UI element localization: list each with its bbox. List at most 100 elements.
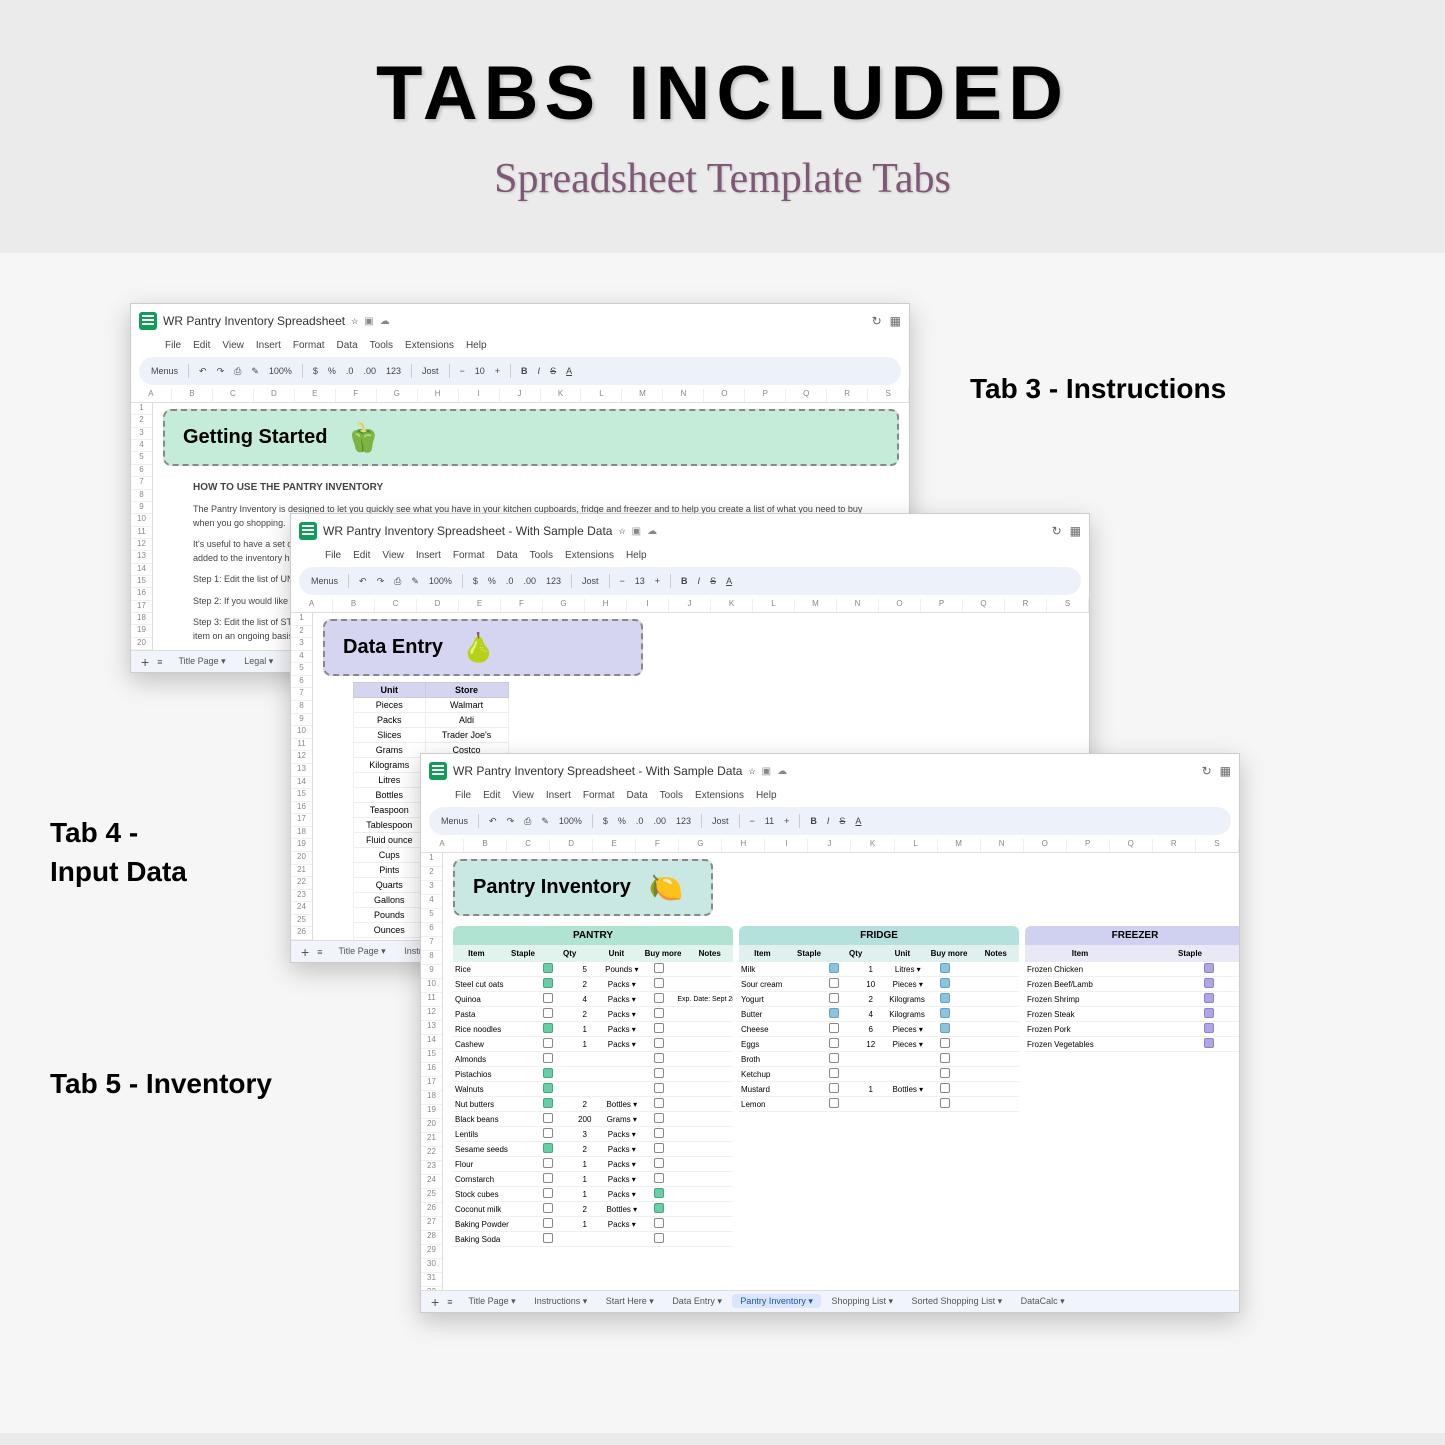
grid-icon[interactable]: ▦ — [1220, 764, 1231, 778]
menu-item[interactable]: File — [325, 550, 341, 561]
menu-item[interactable]: Data — [497, 550, 518, 561]
sheet-tab[interactable]: Data Entry ▾ — [664, 1294, 730, 1308]
menu-item[interactable]: Format — [583, 790, 615, 801]
add-sheet-icon[interactable]: + — [141, 654, 149, 670]
folder-icon[interactable]: ▣ — [632, 526, 641, 537]
doc-name[interactable]: WR Pantry Inventory Spreadsheet — [163, 314, 345, 328]
toolbar[interactable]: Menus ↶↷⎙✎ 100% $%.0.00123 Jost −11+ BIS… — [429, 807, 1231, 835]
menu-bar[interactable]: FileEditViewInsertFormatDataToolsExtensi… — [291, 548, 1089, 565]
toolbar[interactable]: Menus ↶↷⎙✎ 100% $%.0.00123 Jost −13+ BIS… — [299, 567, 1081, 595]
menu-item[interactable]: Format — [453, 550, 485, 561]
add-sheet-icon[interactable]: + — [301, 944, 309, 960]
table-row[interactable]: Yogurt2Kilograms ▾ — [739, 992, 1019, 1007]
folder-icon[interactable]: ▣ — [364, 316, 373, 327]
table-row[interactable]: Coconut milk2Bottles ▾ — [453, 1202, 733, 1217]
folder-icon[interactable]: ▣ — [762, 766, 771, 777]
menu-item[interactable]: Edit — [353, 550, 370, 561]
table-row[interactable]: Frozen Chicken — [1025, 962, 1239, 977]
cloud-icon[interactable]: ☁ — [647, 526, 657, 537]
menu-item[interactable]: Extensions — [695, 790, 744, 801]
table-row[interactable]: Cornstarch1Packs ▾ — [453, 1172, 733, 1187]
table-row[interactable]: Lemon — [739, 1097, 1019, 1112]
history-icon[interactable]: ↻ — [872, 314, 882, 328]
sheet-tab[interactable]: Title Page ▾ — [330, 944, 393, 958]
table-row[interactable]: Milk1Litres ▾ — [739, 962, 1019, 977]
menu-item[interactable]: Edit — [193, 340, 210, 351]
table-row[interactable]: Frozen Vegetables — [1025, 1037, 1239, 1052]
freezer-list[interactable]: Frozen ChickenFrozen Beef/LambFrozen Shr… — [1025, 962, 1239, 1247]
menu-item[interactable]: View — [222, 340, 244, 351]
table-row[interactable]: Rice noodles1Packs ▾ — [453, 1022, 733, 1037]
cloud-icon[interactable]: ☁ — [380, 316, 390, 327]
doc-name[interactable]: WR Pantry Inventory Spreadsheet - With S… — [453, 764, 742, 778]
table-row[interactable]: Stock cubes1Packs ▾ — [453, 1187, 733, 1202]
table-row[interactable]: Sesame seeds2Packs ▾ — [453, 1142, 733, 1157]
doc-name[interactable]: WR Pantry Inventory Spreadsheet - With S… — [323, 524, 612, 538]
table-row[interactable]: Black beans200Grams ▾ — [453, 1112, 733, 1127]
menu-item[interactable]: Edit — [483, 790, 500, 801]
table-row[interactable]: Steel cut oats2Packs ▾ — [453, 977, 733, 992]
grid-icon[interactable]: ▦ — [890, 314, 901, 328]
table-row[interactable]: Mustard1Bottles ▾ — [739, 1082, 1019, 1097]
table-row[interactable]: Butter4Kilograms ▾ — [739, 1007, 1019, 1022]
all-sheets-icon[interactable]: ≡ — [447, 1297, 452, 1307]
menu-item[interactable]: Data — [337, 340, 358, 351]
menu-bar[interactable]: FileEditViewInsertFormatDataToolsExtensi… — [131, 338, 909, 355]
menu-item[interactable]: Data — [627, 790, 648, 801]
menu-item[interactable]: View — [382, 550, 404, 561]
menu-bar[interactable]: FileEditViewInsertFormatDataToolsExtensi… — [421, 788, 1239, 805]
table-row[interactable]: Pistachios — [453, 1067, 733, 1082]
sheet-tab[interactable]: DataCalc ▾ — [1013, 1294, 1073, 1308]
table-row[interactable]: Broth — [739, 1052, 1019, 1067]
row-header[interactable]: 1234567891011121314151617181920212223242… — [291, 613, 313, 963]
toolbar-menus[interactable]: Menus — [151, 366, 178, 376]
menu-item[interactable]: File — [455, 790, 471, 801]
table-row[interactable]: Sour cream10Pieces ▾ — [739, 977, 1019, 992]
menu-item[interactable]: Help — [626, 550, 647, 561]
column-header[interactable]: ABCDEFGHIJKLMNOPQRS — [291, 599, 1089, 613]
table-row[interactable]: Frozen Steak — [1025, 1007, 1239, 1022]
zoom[interactable]: 100% — [269, 366, 292, 376]
star-icon[interactable]: ☆ — [618, 527, 625, 536]
inventory-grid[interactable]: PANTRY FRIDGE FREEZER ItemStapleQtyUnitB… — [443, 922, 1239, 1251]
sheet-tab[interactable]: Instructions ▾ — [526, 1294, 595, 1308]
table-row[interactable]: Frozen Beef/Lamb — [1025, 977, 1239, 992]
menu-item[interactable]: Tools — [530, 550, 553, 561]
table-row[interactable]: Flour1Packs ▾ — [453, 1157, 733, 1172]
table-row[interactable]: Nut butters2Bottles ▾ — [453, 1097, 733, 1112]
row-header[interactable]: 1234567891011121314151617181920212223242… — [421, 853, 443, 1313]
table-row[interactable]: Eggs12Pieces ▾ — [739, 1037, 1019, 1052]
all-sheets-icon[interactable]: ≡ — [157, 657, 162, 667]
menu-item[interactable]: Format — [293, 340, 325, 351]
sheet-tab[interactable]: Pantry Inventory ▾ — [732, 1294, 821, 1308]
table-row[interactable]: Frozen Pork — [1025, 1022, 1239, 1037]
history-icon[interactable]: ↻ — [1202, 764, 1212, 778]
menu-item[interactable]: Insert — [256, 340, 281, 351]
history-icon[interactable]: ↻ — [1052, 524, 1062, 538]
undo-icon[interactable]: ↶ — [199, 366, 207, 377]
table-row[interactable]: Baking Soda — [453, 1232, 733, 1247]
menu-item[interactable]: Help — [466, 340, 487, 351]
table-row[interactable]: Pasta2Packs ▾ — [453, 1007, 733, 1022]
toolbar[interactable]: Menus ↶↷ ⎙✎ 100% $%.0.00123 Jost −10+ BI… — [139, 357, 901, 385]
table-row[interactable]: Quinoa4Packs ▾Exp. Date: Sept 28, 2024 — [453, 992, 733, 1007]
star-icon[interactable]: ☆ — [748, 767, 755, 776]
table-row[interactable]: Lentils3Packs ▾ — [453, 1127, 733, 1142]
table-row[interactable]: Rice5Pounds ▾ — [453, 962, 733, 977]
table-row[interactable]: Baking Powder1Packs ▾ — [453, 1217, 733, 1232]
table-row[interactable]: Frozen Shrimp — [1025, 992, 1239, 1007]
all-sheets-icon[interactable]: ≡ — [317, 947, 322, 957]
menu-item[interactable]: View — [512, 790, 534, 801]
sheet-tab[interactable]: Sorted Shopping List ▾ — [904, 1294, 1011, 1308]
menu-item[interactable]: Insert — [546, 790, 571, 801]
grid-icon[interactable]: ▦ — [1070, 524, 1081, 538]
table-row[interactable]: Ketchup — [739, 1067, 1019, 1082]
table-row[interactable]: Almonds — [453, 1052, 733, 1067]
pantry-list[interactable]: Rice5Pounds ▾Steel cut oats2Packs ▾Quino… — [453, 962, 733, 1247]
menu-item[interactable]: Extensions — [565, 550, 614, 561]
menu-item[interactable]: Help — [756, 790, 777, 801]
sheet-tab[interactable]: Start Here ▾ — [598, 1294, 662, 1308]
row-header[interactable]: 12345678910111213141516171819202122 — [131, 403, 153, 673]
paint-icon[interactable]: ✎ — [251, 366, 259, 377]
tab-strip[interactable]: + ≡ Title Page ▾ Instructions ▾ Start He… — [421, 1290, 1239, 1312]
